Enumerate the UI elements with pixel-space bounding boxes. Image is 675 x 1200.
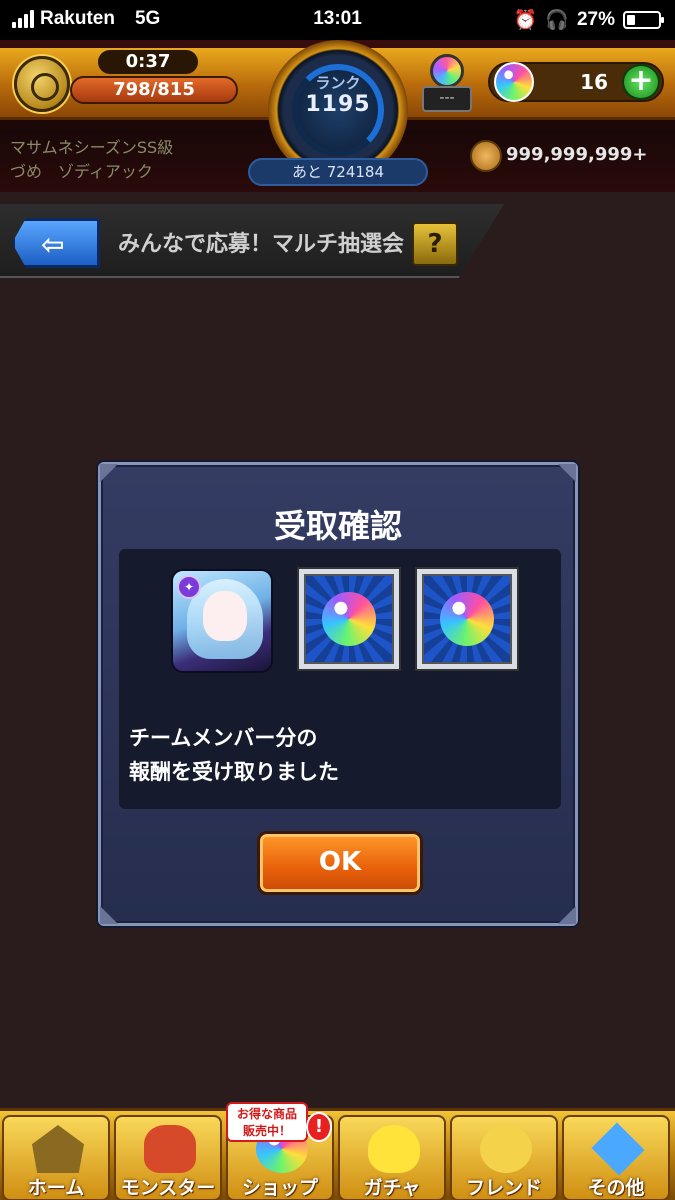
- battery-icon: [623, 11, 664, 29]
- home-icon: [32, 1125, 84, 1173]
- stamina-timer: 0:37: [98, 50, 198, 74]
- help-button[interactable]: ?: [412, 222, 458, 266]
- nav-gacha[interactable]: ガチャ: [338, 1115, 446, 1200]
- dialog-title: 受取確認: [273, 507, 402, 545]
- nav-label: その他: [587, 1177, 645, 1199]
- nav-label: ショップ: [241, 1177, 318, 1199]
- page-title-bar: ⇦ みんなで応募！マルチ抽選会 ?: [0, 204, 504, 278]
- character-face: [203, 591, 247, 641]
- status-right: ⏰ 🎧 27%: [513, 8, 664, 32]
- reward-orb-icon: [417, 569, 517, 669]
- dialog-corner: [558, 906, 576, 924]
- element-badge-icon: ✦: [177, 575, 201, 599]
- dialog-corner: [100, 464, 118, 482]
- receive-confirm-dialog: 受取確認 ✦ チームメンバー分の 報酬を受け取りました OK: [98, 462, 578, 926]
- dialog-message-line1: チームメンバー分の: [129, 726, 318, 750]
- battery-percent: 27%: [576, 9, 615, 30]
- dialog-body: ✦ チームメンバー分の 報酬を受け取りました: [119, 549, 561, 809]
- nav-label: フレンド: [465, 1177, 542, 1199]
- rank-label: ランク: [315, 74, 361, 92]
- back-button[interactable]: ⇦: [12, 218, 100, 268]
- nav-label: ガチャ: [363, 1177, 421, 1199]
- nav-monster[interactable]: モンスター: [114, 1115, 222, 1200]
- player-title: マサムネシーズンSS級 づめ ゾディアック: [10, 136, 173, 184]
- nav-label: ホーム: [27, 1177, 85, 1199]
- back-arrow-icon: ⇦: [41, 228, 65, 261]
- shop-sale-badge: お得な商品 販売中！: [226, 1102, 308, 1142]
- status-bar: Rakuten 5G 13:01 ⏰ 🎧 27%: [0, 0, 675, 40]
- gacha-icon: [368, 1125, 420, 1173]
- game-header: 0:37 798/815 ランク 1195 あと 724184 --- 16 +…: [0, 40, 675, 192]
- orb-icon: [322, 592, 376, 646]
- coin-count: 999,999,999+: [506, 144, 648, 165]
- lamp-icon[interactable]: ---: [418, 50, 476, 114]
- rank-next-exp: あと 724184: [248, 158, 428, 186]
- dialog-corner: [558, 464, 576, 482]
- alert-badge: !: [306, 1112, 332, 1142]
- dialog-message: チームメンバー分の 報酬を受け取りました: [129, 721, 339, 789]
- buy-orb-button[interactable]: +: [622, 64, 660, 100]
- rank-value: 1195: [305, 92, 371, 117]
- reward-character-icon: ✦: [171, 569, 273, 673]
- nav-other[interactable]: その他: [562, 1115, 670, 1200]
- headphones-icon: 🎧: [545, 10, 569, 31]
- orb-count: 16: [580, 70, 608, 94]
- dialog-message-line2: 報酬を受け取りました: [129, 760, 339, 784]
- alarm-icon: ⏰: [513, 10, 538, 31]
- sale-badge-line2: 販売中！: [242, 1124, 291, 1138]
- orb-counter: 16 +: [488, 62, 664, 102]
- lamp-value: ---: [422, 86, 472, 112]
- page-title: みんなで応募！マルチ抽選会: [118, 232, 405, 257]
- sale-badge-line1: お得な商品: [236, 1107, 297, 1121]
- orb-icon: [494, 62, 534, 102]
- other-icon: [591, 1122, 645, 1176]
- reward-orb-icon: [299, 569, 399, 669]
- monster-icon: [144, 1125, 196, 1173]
- coin-icon: [470, 140, 502, 172]
- friend-icon: [480, 1125, 532, 1173]
- lamp-bulb-icon: [430, 54, 464, 88]
- bottom-nav: ホーム モンスター ショップ ガチャ フレンド その他: [0, 1108, 675, 1200]
- orb-icon: [440, 592, 494, 646]
- nav-home[interactable]: ホーム: [2, 1115, 110, 1200]
- nav-label: モンスター: [120, 1177, 216, 1199]
- player-title-line1: マサムネシーズンSS級: [10, 138, 174, 157]
- player-rank-medal-icon[interactable]: [14, 56, 70, 112]
- stamina-gauge: 798/815: [70, 76, 238, 104]
- dialog-corner: [100, 906, 118, 924]
- ok-button[interactable]: OK: [257, 831, 423, 895]
- player-title-line2: づめ ゾディアック: [10, 162, 153, 181]
- nav-friend[interactable]: フレンド: [450, 1115, 558, 1200]
